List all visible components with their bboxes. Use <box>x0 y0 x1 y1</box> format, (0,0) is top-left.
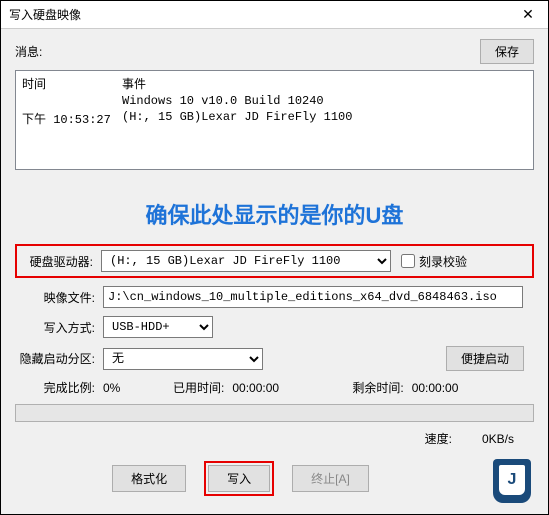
log-box[interactable]: 时间 事件 Windows 10 v10.0 Build 10240 下午 10… <box>15 70 534 170</box>
log-time: 下午 10:53:27 <box>22 110 122 127</box>
elapsed-label: 已用时间: <box>173 379 224 396</box>
info-label: 消息: <box>15 43 42 60</box>
image-label: 映像文件: <box>15 289 95 306</box>
watermark-logo: J <box>493 459 541 507</box>
image-input[interactable] <box>103 286 523 308</box>
close-icon: ✕ <box>522 6 534 23</box>
write-mode-select[interactable]: USB-HDD+ <box>103 316 213 338</box>
log-header-event: 事件 <box>122 75 146 92</box>
drive-label: 硬盘驱动器: <box>21 253 93 270</box>
speed-row: 速度: 0KB/s <box>15 430 534 447</box>
write-button[interactable]: 写入 <box>208 465 270 492</box>
elapsed-value: 00:00:00 <box>232 381 352 395</box>
button-row: 格式化 写入 终止[A] 返 <box>15 461 534 500</box>
remain-value: 00:00:00 <box>412 381 459 395</box>
progress-value: 0% <box>103 381 173 395</box>
write-mode-row: 写入方式: USB-HDD+ <box>15 316 534 338</box>
shield-letter: J <box>499 465 525 495</box>
save-button[interactable]: 保存 <box>480 39 534 64</box>
verify-checkbox[interactable] <box>401 254 415 268</box>
titlebar: 写入硬盘映像 ✕ <box>1 1 548 29</box>
write-highlight-box: 写入 <box>204 461 274 496</box>
verify-label: 刻录校验 <box>419 253 467 270</box>
easy-boot-button[interactable]: 便捷启动 <box>446 346 524 371</box>
image-row: 映像文件: <box>15 286 534 308</box>
hidden-select[interactable]: 无 <box>103 348 263 370</box>
dialog-window: 写入硬盘映像 ✕ 消息: 保存 时间 事件 Windows 10 v10.0 B… <box>0 0 549 515</box>
hidden-label: 隐藏启动分区: <box>15 350 95 367</box>
log-row: 下午 10:53:27 (H:, 15 GB)Lexar JD FireFly … <box>22 110 527 127</box>
progress-row: 完成比例: 0% 已用时间: 00:00:00 剩余时间: 00:00:00 <box>15 379 534 396</box>
log-time <box>22 94 122 108</box>
log-event: (H:, 15 GB)Lexar JD FireFly 1100 <box>122 110 352 127</box>
speed-label: 速度: <box>425 430 452 447</box>
format-button[interactable]: 格式化 <box>112 465 186 492</box>
info-row: 消息: 保存 <box>15 39 534 64</box>
window-title: 写入硬盘映像 <box>9 6 81 23</box>
content-area: 消息: 保存 时间 事件 Windows 10 v10.0 Build 1024… <box>1 29 548 514</box>
drive-select[interactable]: (H:, 15 GB)Lexar JD FireFly 1100 <box>101 250 391 272</box>
annotation-text: 确保此处显示的是你的U盘 <box>15 198 534 230</box>
log-row: Windows 10 v10.0 Build 10240 <box>22 94 527 108</box>
drive-highlight-box: 硬盘驱动器: (H:, 15 GB)Lexar JD FireFly 1100 … <box>15 244 534 278</box>
remain-label: 剩余时间: <box>352 379 403 396</box>
log-event: Windows 10 v10.0 Build 10240 <box>122 94 324 108</box>
close-button[interactable]: ✕ <box>508 1 548 29</box>
hidden-row: 隐藏启动分区: 无 便捷启动 <box>15 346 534 371</box>
log-header: 时间 事件 <box>22 75 527 92</box>
log-header-time: 时间 <box>22 75 122 92</box>
shield-icon: J <box>493 459 531 503</box>
speed-value: 0KB/s <box>482 432 514 446</box>
abort-button: 终止[A] <box>292 465 369 492</box>
progress-label: 完成比例: <box>15 379 95 396</box>
verify-checkbox-wrap[interactable]: 刻录校验 <box>401 253 467 270</box>
write-mode-label: 写入方式: <box>15 319 95 336</box>
progress-bar <box>15 404 534 422</box>
